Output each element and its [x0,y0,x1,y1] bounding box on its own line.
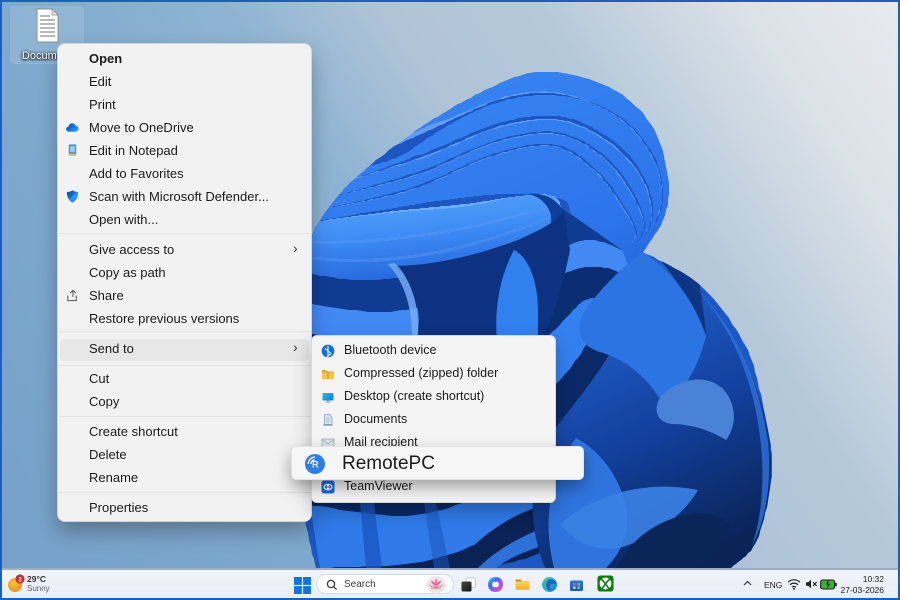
svg-text:2: 2 [18,576,22,583]
svg-text:R: R [312,460,319,470]
